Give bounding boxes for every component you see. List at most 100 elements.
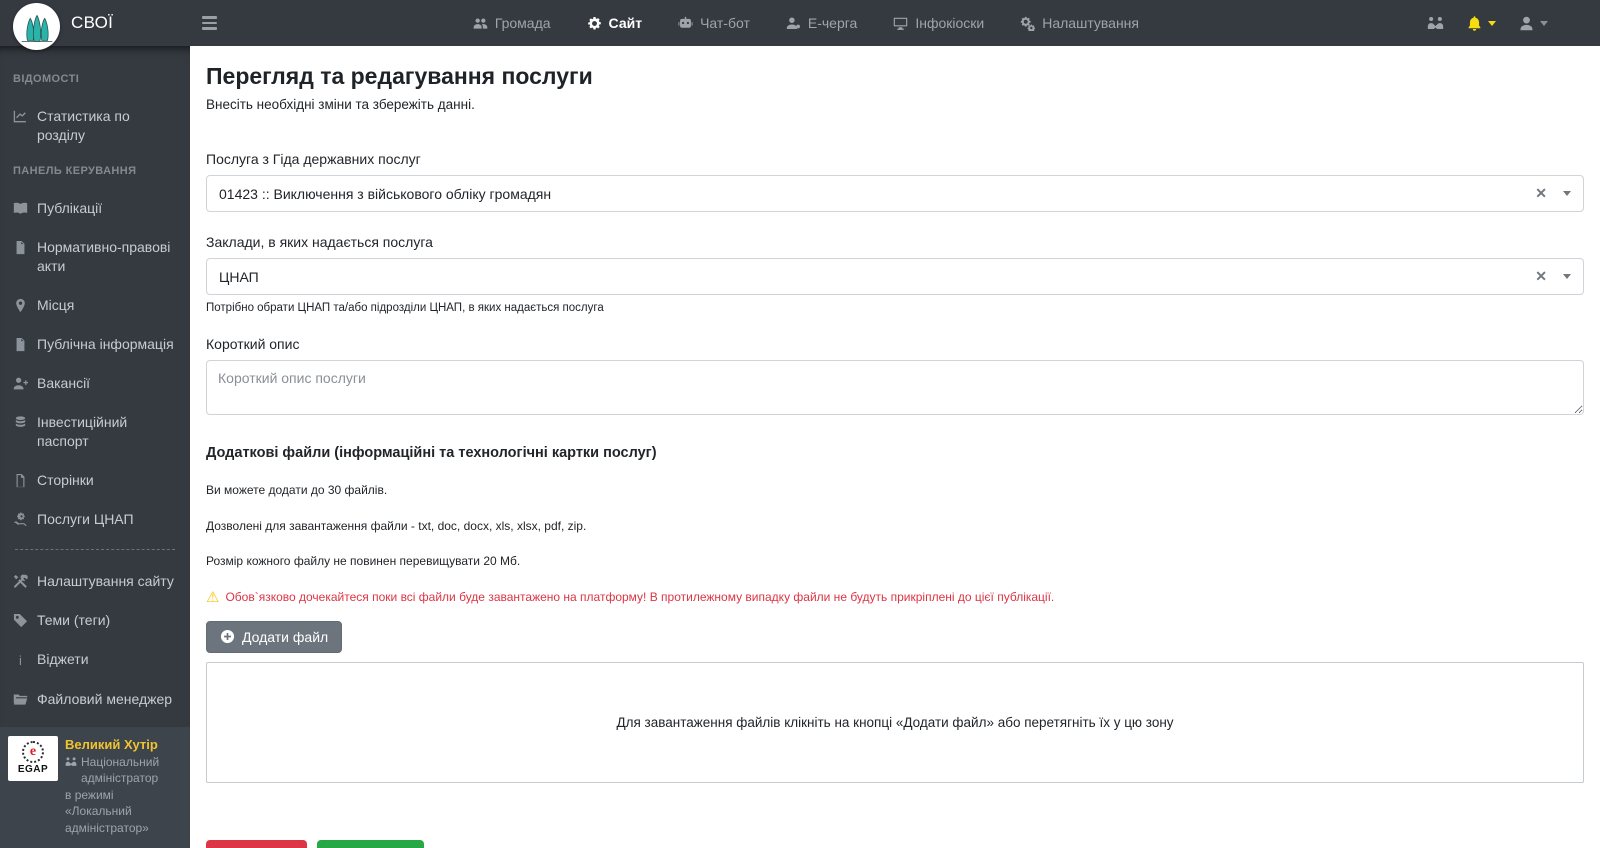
tab-infokiosks[interactable]: Інфокіоски <box>893 15 984 31</box>
description-label: Короткий опис <box>206 336 300 352</box>
user-plus-icon <box>13 377 28 390</box>
bell-icon <box>1468 15 1481 31</box>
gear-icon <box>587 16 601 30</box>
users-icon <box>473 17 488 29</box>
files-warning: ⚠ Обов`язково дочекайтеся поки всі файли… <box>206 590 1584 605</box>
sidebar-item-label: Теми (теги) <box>37 612 111 628</box>
book-icon <box>13 202 28 214</box>
save-button[interactable]: Зберегти <box>317 839 425 848</box>
sidebar-item-site-settings[interactable]: Налаштування сайту <box>13 572 177 591</box>
sidebar-item-label: Статистика по розділу <box>37 108 130 143</box>
brand[interactable]: СВОЇ <box>0 0 190 50</box>
tab-gromada[interactable]: Громада <box>473 15 551 31</box>
user-community: Великий Хутір <box>65 736 158 752</box>
tab-e-cherga[interactable]: Е-черга <box>786 15 857 31</box>
sidebar-item-vacancies[interactable]: Вакансії <box>13 374 177 393</box>
files-size-line: Розмір кожного файлу не повинен перевищу… <box>206 554 521 568</box>
topbar-right-icons <box>1427 15 1548 32</box>
notifications-menu[interactable] <box>1466 15 1496 32</box>
sidebar-item-legal-acts[interactable]: Нормативно-правові акти <box>13 238 177 276</box>
page-subtitle: Внесіть необхідні зміни та збережіть дан… <box>206 97 475 112</box>
sidebar-item-label: Налаштування сайту <box>37 573 174 589</box>
sidebar-item-label: Віджети <box>37 651 89 667</box>
brand-title: СВОЇ <box>71 13 114 32</box>
sidebar-item-places[interactable]: Місця <box>13 296 177 315</box>
tab-label: Е-черга <box>807 15 858 31</box>
svoi-logo-icon <box>13 2 60 50</box>
sidebar-item-pages[interactable]: Сторінки <box>13 471 177 490</box>
monitor-icon <box>894 17 908 30</box>
sidebar-item-label: Публічна інформація <box>37 336 174 352</box>
facility-select-value: ЦНАП <box>219 268 259 285</box>
chevron-down-icon[interactable] <box>1563 191 1571 196</box>
sidebar-item-cnap-services[interactable]: Послуги ЦНАП <box>13 510 177 529</box>
trees-logo-icon <box>21 14 52 42</box>
handshake-menu[interactable] <box>1427 15 1444 32</box>
sidebar-item-statistics[interactable]: Статистика по розділу <box>13 107 177 145</box>
tab-label: Сайт <box>608 15 643 31</box>
chevron-down-icon <box>1540 20 1548 26</box>
facility-select[interactable]: ЦНАП ✕ <box>206 258 1584 295</box>
topbar: СВОЇ Громада Сайт Чат-бот Е-черга Інфокі… <box>0 0 1600 50</box>
sidebar-item-widgets[interactable]: i Віджети <box>13 650 177 670</box>
sidebar-user-panel[interactable]: e EGAP Великий Хутір Національний адміні… <box>0 726 190 848</box>
plus-circle-icon <box>220 629 235 644</box>
clear-icon[interactable]: ✕ <box>1531 185 1551 202</box>
clear-icon[interactable]: ✕ <box>1531 268 1551 285</box>
tab-chat-bot[interactable]: Чат-бот <box>678 15 750 31</box>
description-textarea[interactable] <box>206 360 1584 415</box>
robot-icon <box>678 16 693 28</box>
sidebar-item-investment-passport[interactable]: Інвестиційний паспорт <box>13 413 177 451</box>
egap-wordmark: EGAP <box>17 764 49 775</box>
sidebar-section-panel: ПАНЕЛЬ КЕРУВАННЯ <box>13 165 137 177</box>
warning-triangle-icon: ⚠ <box>206 588 220 606</box>
info-icon: i <box>19 653 22 668</box>
sidebar-item-file-manager[interactable]: Файловий менеджер <box>13 690 177 709</box>
sidebar-item-publications[interactable]: Публікації <box>13 199 177 218</box>
service-select-value: 01423 :: Виключення з військового обліку… <box>219 185 552 202</box>
page-icon <box>16 473 25 488</box>
user-menu[interactable] <box>1518 15 1548 32</box>
user-queue-icon <box>786 17 800 29</box>
sidebar-item-label: Послуги ЦНАП <box>37 511 134 527</box>
tab-nalashtuvannya[interactable]: Налаштування <box>1020 15 1139 31</box>
sidebar-item-label: Нормативно-правові акти <box>37 239 171 274</box>
sidebar-item-label: Вакансії <box>37 375 91 391</box>
sidebar-section-vidomosti: ВІДОМОСТІ <box>13 73 80 85</box>
user-role: Національний адміністратор <box>81 754 160 786</box>
tab-sait[interactable]: Сайт <box>587 15 643 31</box>
gears-icon <box>1021 16 1036 31</box>
form-actions: Відмова Зберегти <box>206 839 1584 848</box>
reject-button[interactable]: Відмова <box>206 839 308 848</box>
user-info: Великий Хутір Національний адміністратор… <box>65 736 182 837</box>
handshake-icon <box>65 756 77 766</box>
sidebar-item-label: Інвестиційний паспорт <box>37 414 128 449</box>
user-mode: в режимі «Локальний адміністратор» <box>65 787 149 835</box>
top-navigation: Громада Сайт Чат-бот Е-черга Інфокіоски … <box>473 15 1139 31</box>
service-select[interactable]: 01423 :: Виключення з військового обліку… <box>206 175 1584 212</box>
sidebar-item-tags[interactable]: Теми (теги) <box>13 611 177 630</box>
tab-label: Громада <box>494 15 551 31</box>
map-pin-icon <box>16 298 25 313</box>
tag-icon <box>13 613 28 628</box>
egap-emblem-icon: e <box>22 741 44 763</box>
tab-label: Інфокіоски <box>915 15 985 31</box>
file-lines-icon <box>16 337 25 352</box>
page-title: Перегляд та редагування послуги <box>206 63 593 89</box>
add-file-label: Додати файл <box>242 628 329 645</box>
folder-open-icon <box>13 694 28 705</box>
chevron-down-icon[interactable] <box>1563 274 1571 279</box>
facility-select-helper: Потрібно обрати ЦНАП та/або підрозділи Ц… <box>206 302 604 314</box>
file-dropzone[interactable]: Для завантаження файлів клікніть на кноп… <box>206 661 1584 783</box>
sidebar-item-public-info[interactable]: Публічна інформація <box>13 335 177 354</box>
dropzone-text: Для завантаження файлів клікніть на кноп… <box>616 714 1174 730</box>
sidebar-toggle-button[interactable] <box>202 8 232 38</box>
tools-icon <box>13 574 28 588</box>
tab-label: Налаштування <box>1042 15 1139 31</box>
service-select-label: Послуга з Гіда державних послуг <box>206 151 421 167</box>
add-file-button[interactable]: Додати файл <box>206 620 343 653</box>
files-types-line: Дозволені для завантаження файли - txt, … <box>206 518 587 533</box>
service-gear-icon <box>14 512 27 527</box>
files-limit-line: Ви можете додати до 30 файлів. <box>206 483 388 497</box>
facility-select-label: Заклади, в яких надається послуга <box>206 234 433 250</box>
